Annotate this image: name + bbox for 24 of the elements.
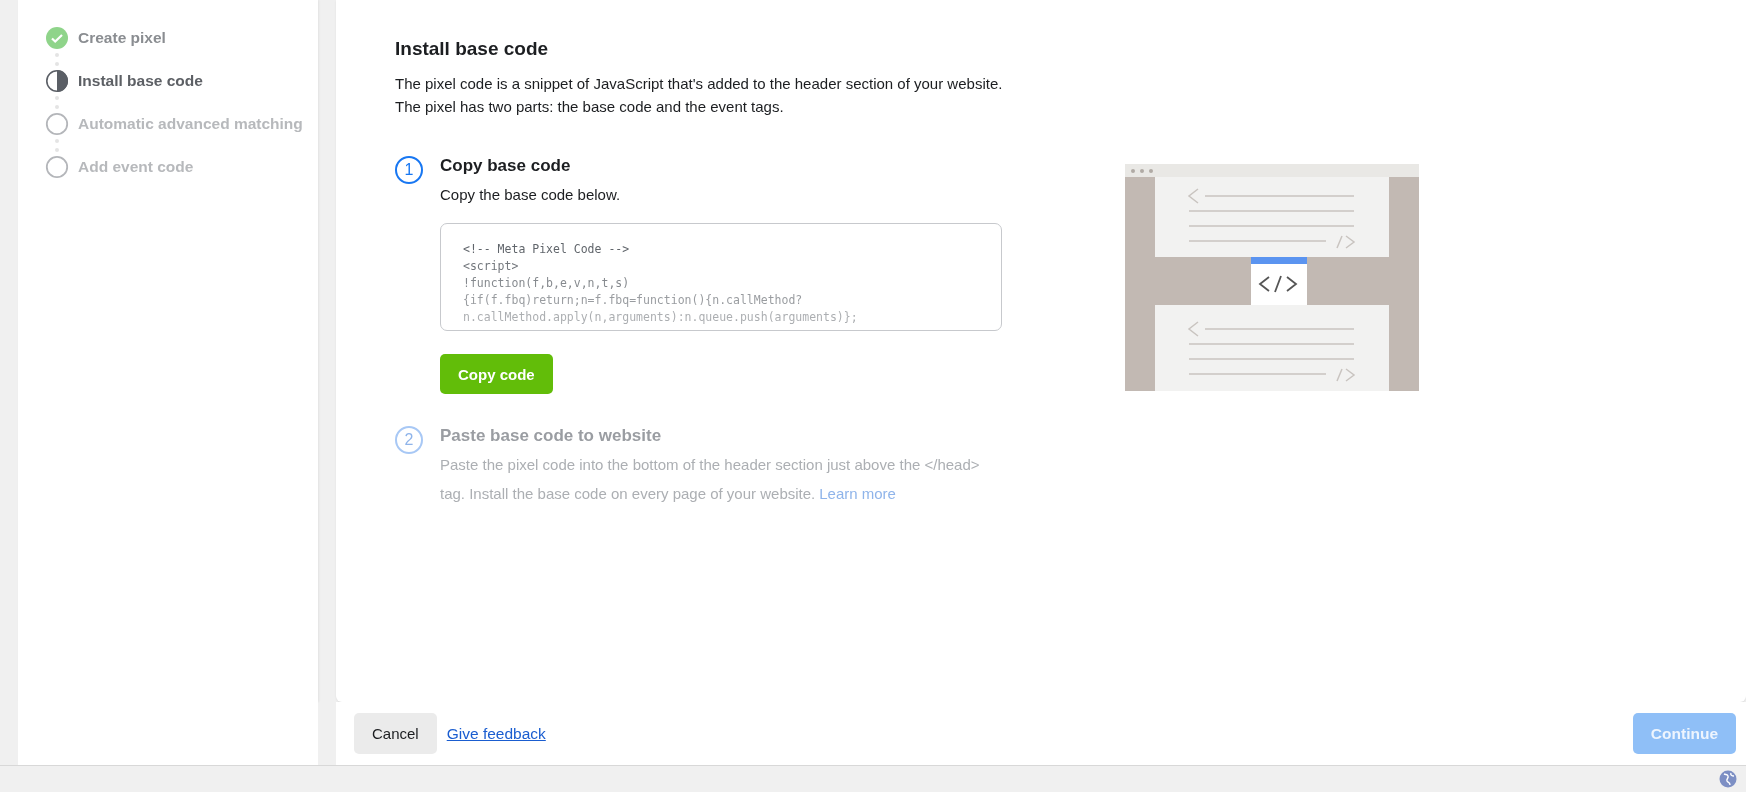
step-label[interactable]: Automatic advanced matching [78,115,303,133]
step-text: Copy the base code below. [440,185,622,205]
cancel-button[interactable]: Cancel [354,713,437,754]
step-title: Paste base code to website [440,425,663,447]
description-text: The pixel has two parts: the base code and the event tags. [395,97,785,117]
step-number: 1 [395,156,423,184]
step-label[interactable]: Add event code [78,158,194,176]
code-line: <script> [463,258,520,275]
code-box[interactable]: <!-- Meta Pixel Code --> <script> !function(f,b,e,v,n,t,s) {if(f.fbq)return;n=f.fbq=function(){n.callMethod? n.callMethod.apply(n,arguments):n.queue.push(arguments)}; [440,223,1002,331]
globe-icon[interactable] [1718,769,1738,789]
code-line: n.callMethod.apply(n,arguments):n.queue.push(arguments)}; [463,309,859,326]
code-line: {if(f.fbq)return;n=f.fbq=function(){n.callMethod? [463,292,804,309]
learn-more-link[interactable]: Learn more [819,485,896,502]
give-feedback-link[interactable]: Give feedback [446,724,546,743]
description-text: The pixel code is a snippet of JavaScript that's added to the header section of your website. [395,74,1004,94]
step-number: 2 [395,426,423,454]
step-title: Copy base code [440,155,572,177]
step-label[interactable]: Create pixel [78,29,166,47]
copy-code-button[interactable]: Copy code [440,354,553,394]
step-label[interactable]: Install base code [78,72,203,90]
code-line: !function(f,b,e,v,n,t,s) [463,275,631,292]
step-text: Paste the pixel code into the bottom of the header section just above the </head> tag. Install the base code on every page of your website. Learn more [440,455,980,504]
section-title: Install base code [395,38,550,60]
code-line: <!-- Meta Pixel Code --> [463,241,631,258]
